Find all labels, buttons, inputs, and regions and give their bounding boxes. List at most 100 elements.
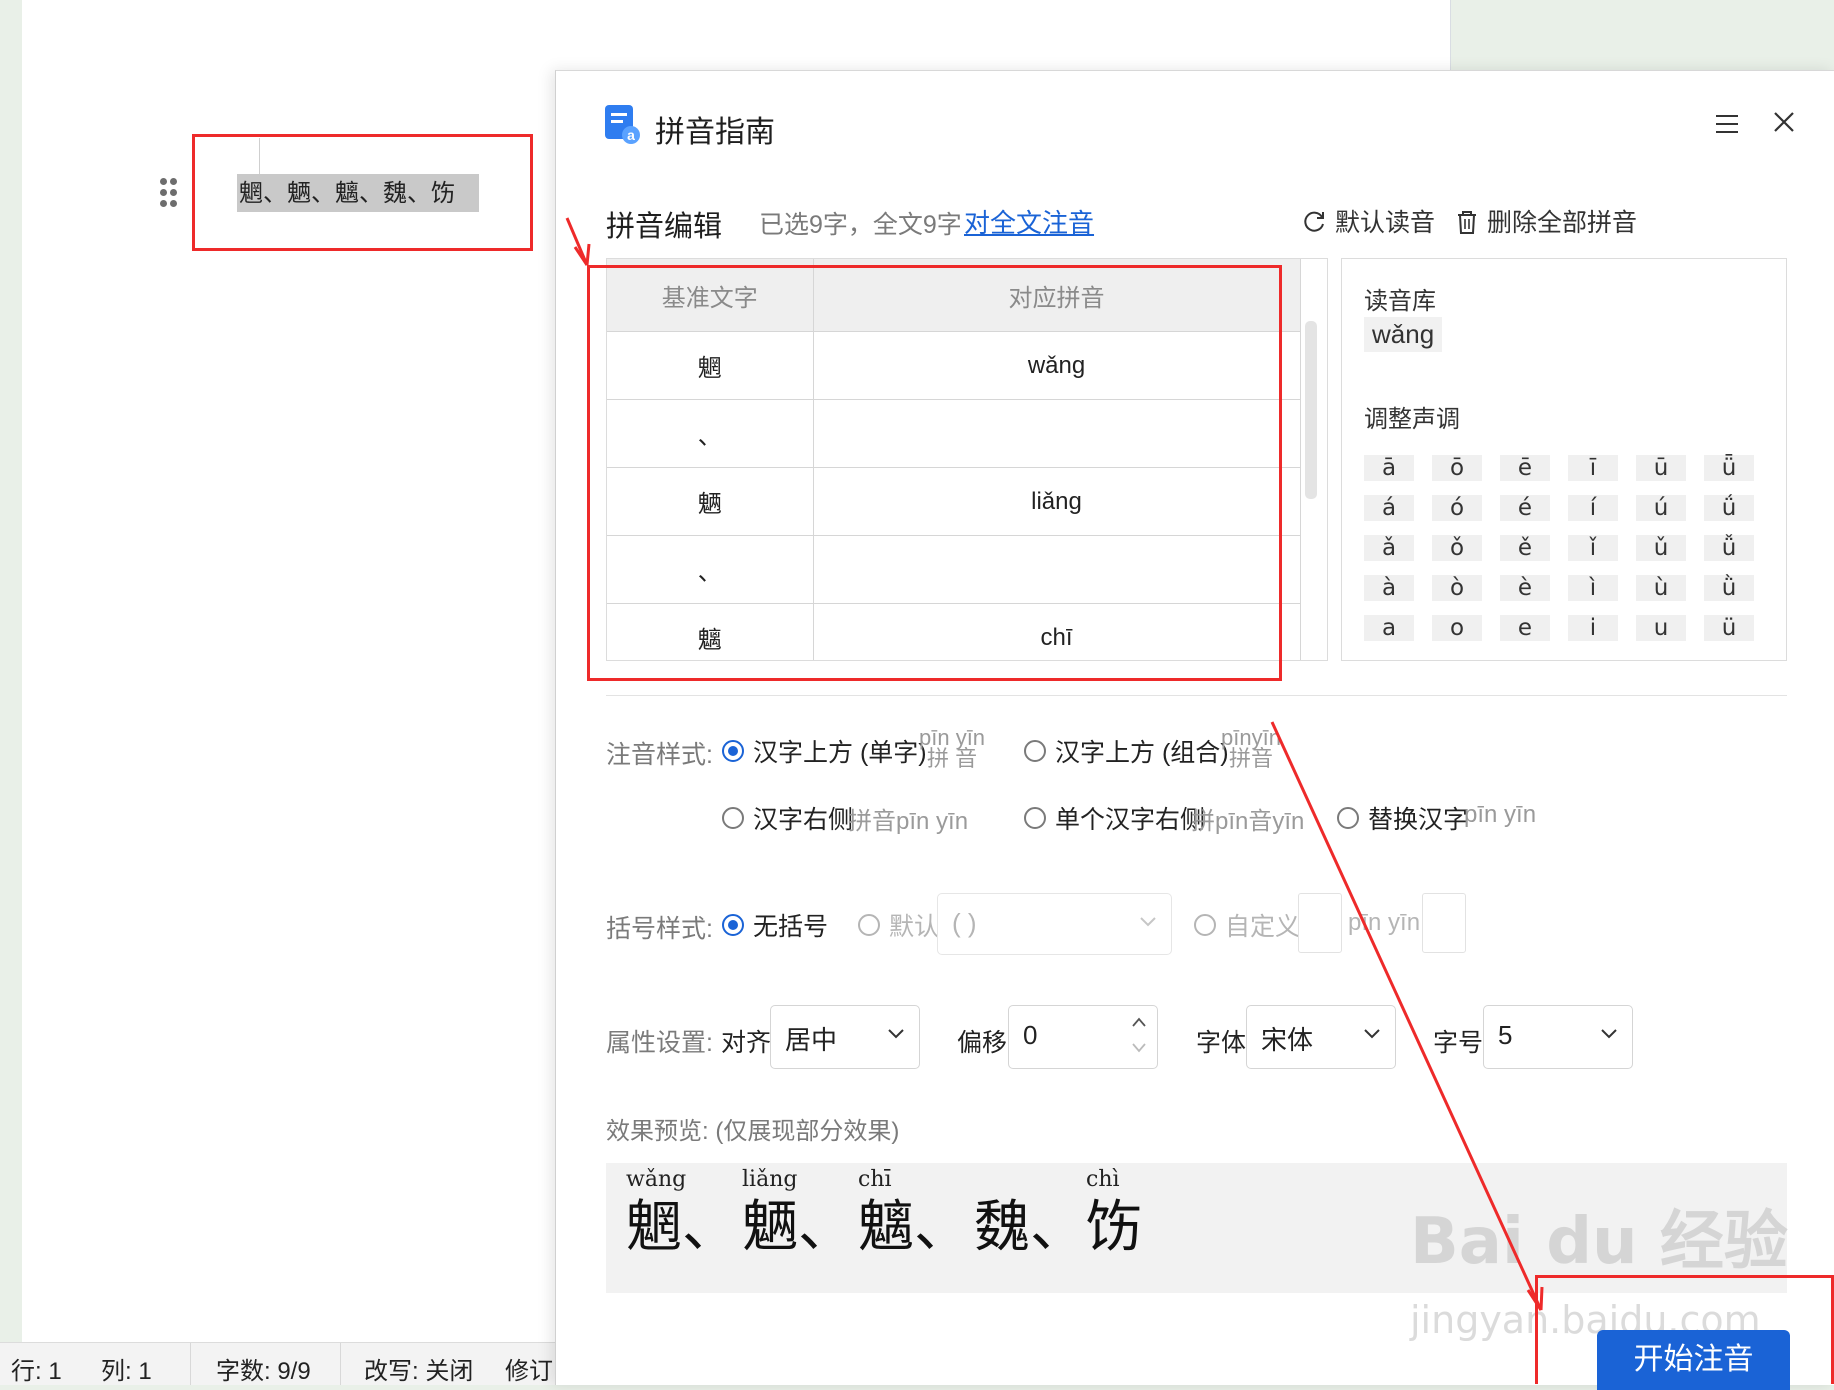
sample-pinyin: pīnyīn xyxy=(1221,725,1281,750)
status-word-count[interactable]: 字数: 9/9 xyxy=(216,1351,311,1386)
default-reading-button[interactable]: 默认读音 xyxy=(1301,203,1435,239)
tone-cell[interactable]: ō xyxy=(1432,455,1482,481)
tone-cell[interactable]: ǘ xyxy=(1704,495,1754,521)
bracket-style-label: 括号样式: xyxy=(606,915,713,943)
tone-cell[interactable]: ǐ xyxy=(1568,535,1618,561)
custom-left-bracket-input[interactable] xyxy=(1298,893,1342,953)
option-no-bracket[interactable]: 无括号 xyxy=(753,907,828,943)
reading-option[interactable]: wǎng xyxy=(1364,317,1443,352)
tone-cell[interactable]: ǚ xyxy=(1704,535,1754,561)
annotate-all-link[interactable]: 对全文注音 xyxy=(964,203,1094,240)
radio-right[interactable] xyxy=(722,807,744,829)
preview-hanzi: 魍、 xyxy=(626,1195,738,1260)
tone-cell[interactable]: à xyxy=(1364,575,1414,601)
size-select[interactable]: 5 xyxy=(1483,1005,1633,1069)
tone-cell[interactable]: ù xyxy=(1636,575,1686,601)
tone-cell[interactable]: ǔ xyxy=(1636,535,1686,561)
tone-cell[interactable]: a xyxy=(1364,615,1414,641)
option-default-bracket[interactable]: 默认 xyxy=(889,907,939,943)
delete-all-label: 删除全部拼音 xyxy=(1487,209,1638,237)
radio-no-bracket[interactable] xyxy=(722,914,744,936)
align-value: 居中 xyxy=(785,1025,838,1055)
preview-item: liǎng 魉、 xyxy=(742,1165,854,1261)
font-select[interactable]: 宋体 xyxy=(1246,1005,1396,1069)
radio-custom-bracket[interactable] xyxy=(1194,914,1216,936)
radio-single-right[interactable] xyxy=(1024,807,1046,829)
tone-cell[interactable]: ī xyxy=(1568,455,1618,481)
selection-info: 已选9字，全文9字 xyxy=(759,211,962,239)
option-single-right[interactable]: 单个汉字右侧 xyxy=(1055,800,1205,836)
tone-cell[interactable]: é xyxy=(1500,495,1550,521)
radio-replace[interactable] xyxy=(1337,807,1359,829)
sample-replace: pīn yīn xyxy=(1464,801,1537,828)
tone-cell[interactable]: i xyxy=(1568,615,1618,641)
tone-cell[interactable]: ǒ xyxy=(1432,535,1482,561)
status-row: 行: 1 xyxy=(11,1358,62,1385)
annotation-box-selection xyxy=(192,134,533,251)
tone-cell[interactable]: ì xyxy=(1568,575,1618,601)
offset-value: 0 xyxy=(1023,1020,1038,1050)
stepper-down-icon[interactable] xyxy=(1131,1042,1147,1054)
option-replace[interactable]: 替换汉字 xyxy=(1368,800,1468,836)
menu-icon[interactable] xyxy=(1714,113,1740,135)
radio-above-combined[interactable] xyxy=(1024,740,1046,762)
tone-cell[interactable]: ó xyxy=(1432,495,1482,521)
preview-pinyin: wǎng xyxy=(626,1167,687,1192)
preview-hanzi: 饬 xyxy=(1086,1195,1142,1260)
annotation-box-table xyxy=(587,265,1282,681)
attribute-settings-label: 属性设置: xyxy=(606,1029,713,1057)
align-select[interactable]: 居中 xyxy=(770,1005,920,1069)
tone-cell[interactable]: á xyxy=(1364,495,1414,521)
stepper-up-icon[interactable] xyxy=(1131,1016,1147,1028)
tone-cell[interactable]: ā xyxy=(1364,455,1414,481)
option-custom-bracket[interactable]: 自定义 xyxy=(1225,907,1300,943)
tone-cell[interactable]: ū xyxy=(1636,455,1686,481)
tone-cell[interactable]: ē xyxy=(1500,455,1550,481)
tone-cell[interactable]: o xyxy=(1432,615,1482,641)
refresh-icon xyxy=(1304,211,1324,232)
sample-pinyin: pīn yīn xyxy=(919,725,986,750)
option-right[interactable]: 汉字右侧 xyxy=(753,800,853,836)
font-label: 字体 xyxy=(1196,1029,1247,1057)
dialog-title: 拼音指南 xyxy=(655,116,775,149)
divider xyxy=(190,1343,191,1385)
font-value: 宋体 xyxy=(1261,1025,1314,1055)
tone-cell[interactable]: è xyxy=(1500,575,1550,601)
status-revision[interactable]: 修订 xyxy=(505,1351,553,1386)
tone-cell[interactable]: í xyxy=(1568,495,1618,521)
sample-above-combined: pīnyīn 拼音 xyxy=(1221,725,1281,770)
annotation-style-label: 注音样式: xyxy=(606,741,713,769)
tone-cell[interactable]: ě xyxy=(1500,535,1550,561)
tone-cell[interactable]: ǎ xyxy=(1364,535,1414,561)
watermark: Bai du 经验 xyxy=(1410,1205,1788,1279)
sample-above-single: pīn yīn 拼 音 xyxy=(919,725,986,770)
status-overtype[interactable]: 改写: 关闭 xyxy=(364,1351,473,1386)
tone-cell[interactable]: ú xyxy=(1636,495,1686,521)
chevron-down-icon xyxy=(1140,917,1156,927)
default-bracket-select[interactable]: ( ) xyxy=(937,893,1172,955)
tone-cell[interactable]: ǜ xyxy=(1704,575,1754,601)
chevron-down-icon xyxy=(1601,1029,1617,1039)
preview-hanzi: 魉、 xyxy=(742,1195,854,1260)
preview-pinyin: chī xyxy=(858,1167,892,1192)
divider xyxy=(606,695,1787,696)
drag-handle-icon[interactable] xyxy=(160,178,180,210)
table-scrollbar[interactable] xyxy=(1305,321,1317,499)
option-above-single[interactable]: 汉字上方 (单字) xyxy=(753,733,927,769)
align-label: 对齐 xyxy=(721,1029,772,1057)
tone-cell[interactable]: e xyxy=(1500,615,1550,641)
default-bracket-value: ( ) xyxy=(952,908,977,938)
radio-above-single[interactable] xyxy=(722,740,744,762)
custom-right-bracket-input[interactable] xyxy=(1422,893,1466,953)
option-above-combined[interactable]: 汉字上方 (组合) xyxy=(1055,733,1229,769)
tone-cell[interactable]: ò xyxy=(1432,575,1482,601)
close-icon[interactable] xyxy=(1769,107,1799,137)
preview-hanzi: 魑、 xyxy=(858,1195,970,1260)
tone-cell[interactable]: ü xyxy=(1704,615,1754,641)
offset-stepper[interactable]: 0 xyxy=(1008,1005,1158,1069)
tone-cell[interactable]: ǖ xyxy=(1704,455,1754,481)
delete-all-pinyin-button[interactable]: 删除全部拼音 xyxy=(1455,203,1637,239)
sample-right: 拼音pīn yīn xyxy=(848,808,969,835)
tone-cell[interactable]: u xyxy=(1636,615,1686,641)
radio-default-bracket[interactable] xyxy=(858,914,880,936)
